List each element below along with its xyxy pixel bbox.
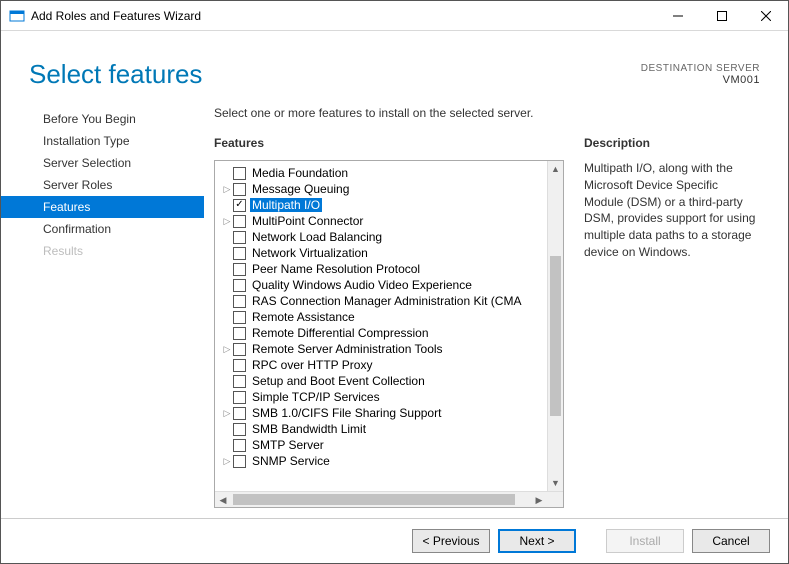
feature-checkbox[interactable] [233,311,246,324]
next-button[interactable]: Next > [498,529,576,553]
feature-checkbox[interactable] [233,327,246,340]
feature-label[interactable]: Media Foundation [250,166,350,180]
nav-installation-type[interactable]: Installation Type [1,130,204,152]
feature-item[interactable]: Network Virtualization [215,245,547,261]
feature-checkbox[interactable] [233,215,246,228]
feature-item[interactable]: ▷ MultiPoint Connector [215,213,547,229]
description-heading: Description [584,136,760,150]
feature-checkbox[interactable] [233,183,246,196]
destination-name: VM001 [641,74,760,86]
feature-checkbox[interactable] [233,199,246,212]
feature-checkbox[interactable] [233,167,246,180]
vertical-scroll-thumb[interactable] [550,256,561,416]
title-bar: Add Roles and Features Wizard [1,1,788,31]
feature-label[interactable]: Remote Assistance [250,310,357,324]
description-text: Multipath I/O, along with the Microsoft … [584,160,760,261]
feature-checkbox[interactable] [233,279,246,292]
scroll-down-arrow[interactable]: ▼ [548,475,563,491]
feature-item[interactable]: Multipath I/O [215,197,547,213]
feature-item[interactable]: ▷ SNMP Service [215,453,547,469]
feature-item[interactable]: Network Load Balancing [215,229,547,245]
feature-label[interactable]: Peer Name Resolution Protocol [250,262,422,276]
scroll-up-arrow[interactable]: ▲ [548,161,563,177]
feature-checkbox[interactable] [233,343,246,356]
feature-checkbox[interactable] [233,295,246,308]
feature-checkbox[interactable] [233,359,246,372]
feature-item[interactable]: Remote Assistance [215,309,547,325]
feature-label[interactable]: MultiPoint Connector [250,214,365,228]
feature-item[interactable]: RAS Connection Manager Administration Ki… [215,293,547,309]
minimize-button[interactable] [656,1,700,31]
destination-server-block: DESTINATION SERVER VM001 [641,59,760,86]
nav-server-selection[interactable]: Server Selection [1,152,204,174]
feature-label[interactable]: SMB Bandwidth Limit [250,422,368,436]
vertical-scrollbar[interactable]: ▲ ▼ [547,161,563,491]
feature-label[interactable]: Remote Server Administration Tools [250,342,445,356]
features-tree[interactable]: Media Foundation ▷ Message Queuing Multipat… [214,160,564,508]
window-title: Add Roles and Features Wizard [31,9,201,23]
cancel-button[interactable]: Cancel [692,529,770,553]
nav-server-roles[interactable]: Server Roles [1,174,204,196]
feature-item[interactable]: Peer Name Resolution Protocol [215,261,547,277]
button-bar: < Previous Next > Install Cancel [1,518,788,563]
feature-checkbox[interactable] [233,247,246,260]
feature-label[interactable]: SMB 1.0/CIFS File Sharing Support [250,406,443,420]
expander-icon[interactable]: ▷ [221,216,233,227]
install-button: Install [606,529,684,553]
features-heading: Features [214,136,564,150]
feature-item[interactable]: ▷ SMB 1.0/CIFS File Sharing Support [215,405,547,421]
feature-checkbox[interactable] [233,439,246,452]
nav-features[interactable]: Features [1,196,204,218]
expander-icon[interactable]: ▷ [221,344,233,355]
feature-label[interactable]: SMTP Server [250,438,326,452]
feature-checkbox[interactable] [233,263,246,276]
close-button[interactable] [744,1,788,31]
feature-checkbox[interactable] [233,391,246,404]
expander-icon[interactable]: ▷ [221,456,233,467]
nav-before-you-begin[interactable]: Before You Begin [1,108,204,130]
feature-item[interactable]: SMB Bandwidth Limit [215,421,547,437]
previous-button[interactable]: < Previous [412,529,490,553]
feature-label[interactable]: Setup and Boot Event Collection [250,374,427,388]
page-title: Select features [29,59,641,90]
feature-item[interactable]: Quality Windows Audio Video Experience [215,277,547,293]
feature-checkbox[interactable] [233,423,246,436]
feature-item[interactable]: Setup and Boot Event Collection [215,373,547,389]
feature-label[interactable]: RPC over HTTP Proxy [250,358,374,372]
feature-label[interactable]: Remote Differential Compression [250,326,431,340]
feature-label[interactable]: RAS Connection Manager Administration Ki… [250,294,523,308]
feature-checkbox[interactable] [233,375,246,388]
app-icon [9,8,25,24]
feature-label[interactable]: Network Virtualization [250,246,370,260]
feature-label[interactable]: Message Queuing [250,182,351,196]
feature-item[interactable]: Media Foundation [215,165,547,181]
horizontal-scroll-thumb[interactable] [233,494,515,505]
nav-confirmation[interactable]: Confirmation [1,218,204,240]
feature-label[interactable]: Quality Windows Audio Video Experience [250,278,474,292]
wizard-nav: Before You Begin Installation Type Serve… [29,102,204,508]
scroll-right-arrow[interactable]: ▶ [531,492,547,508]
nav-results: Results [1,240,204,262]
feature-checkbox[interactable] [233,407,246,420]
maximize-button[interactable] [700,1,744,31]
feature-checkbox[interactable] [233,231,246,244]
feature-item[interactable]: Remote Differential Compression [215,325,547,341]
feature-item[interactable]: RPC over HTTP Proxy [215,357,547,373]
feature-label[interactable]: Simple TCP/IP Services [250,390,382,404]
expander-icon[interactable]: ▷ [221,408,233,419]
feature-label[interactable]: SNMP Service [250,454,332,468]
scroll-left-arrow[interactable]: ◀ [215,492,231,508]
destination-label: DESTINATION SERVER [641,63,760,74]
feature-item[interactable]: SMTP Server [215,437,547,453]
instruction-text: Select one or more features to install o… [214,102,760,136]
feature-item[interactable]: ▷ Message Queuing [215,181,547,197]
horizontal-scrollbar[interactable]: ◀ ▶ [215,491,563,507]
feature-label[interactable]: Multipath I/O [250,198,322,212]
expander-icon[interactable]: ▷ [221,184,233,195]
feature-label[interactable]: Network Load Balancing [250,230,384,244]
feature-item[interactable]: ▷ Remote Server Administration Tools [215,341,547,357]
feature-item[interactable]: Simple TCP/IP Services [215,389,547,405]
feature-checkbox[interactable] [233,455,246,468]
